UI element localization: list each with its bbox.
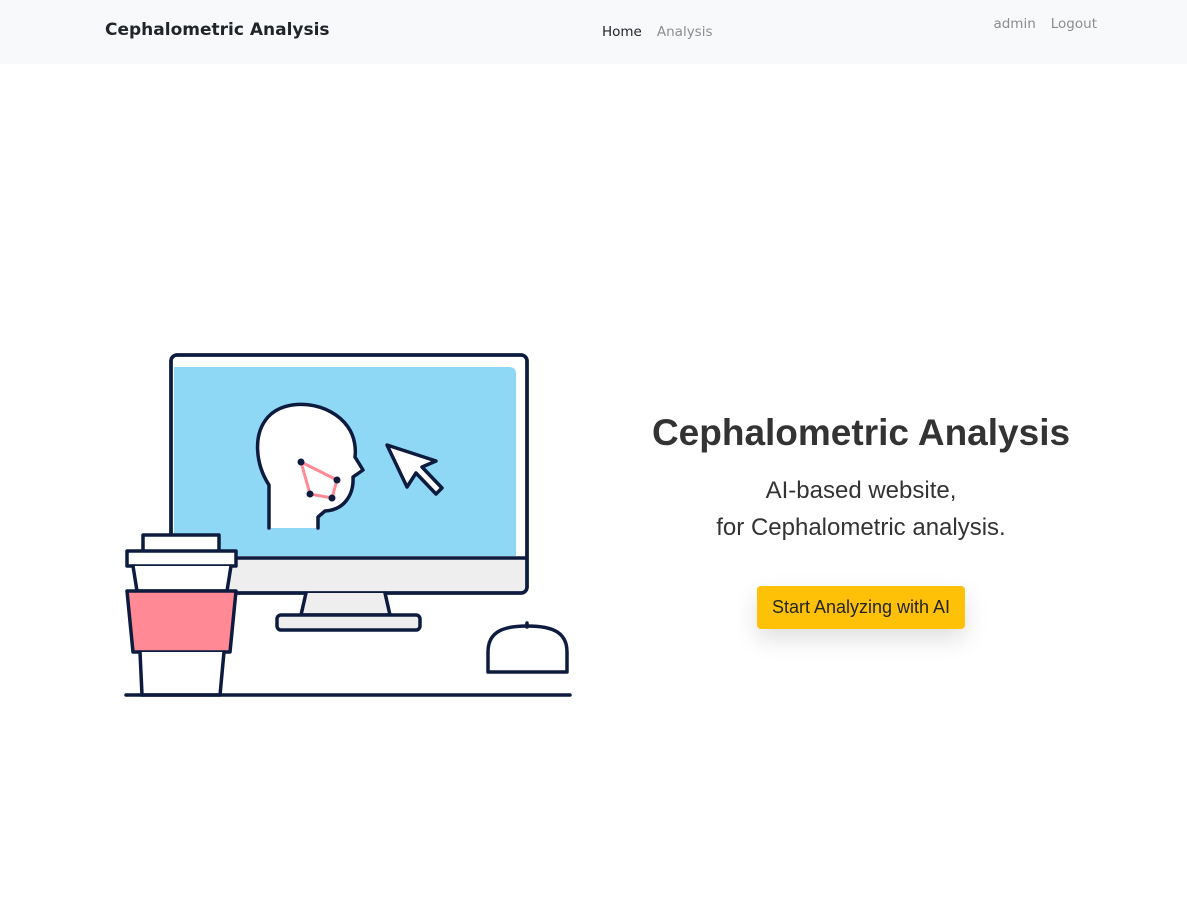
navbar-brand[interactable]: Cephalometric Analysis <box>105 20 330 40</box>
hero-subtitle-line-1: AI-based website, <box>765 477 957 504</box>
nav-user-admin[interactable]: admin <box>993 16 1035 32</box>
nav-link-analysis[interactable]: Analysis <box>657 24 713 40</box>
hero-subtitle: AI-based website, for Cephalometric anal… <box>620 472 1102 546</box>
hero-subtitle-line-2: for Cephalometric analysis. <box>716 514 1006 541</box>
computer-illustration-icon <box>124 353 572 697</box>
start-analyzing-button[interactable]: Start Analyzing with AI <box>756 586 966 629</box>
nav-logout-link[interactable]: Logout <box>1051 16 1097 32</box>
main-nav: Home Analysis <box>602 24 713 40</box>
hero-section: Cephalometric Analysis AI-based website,… <box>620 408 1102 629</box>
nav-link-home[interactable]: Home <box>602 24 642 40</box>
hero-title: Cephalometric Analysis <box>651 412 1071 453</box>
top-navbar: Cephalometric Analysis Home Analysis adm… <box>0 0 1187 64</box>
hero-illustration <box>118 345 580 705</box>
user-nav: admin Logout <box>993 16 1097 32</box>
